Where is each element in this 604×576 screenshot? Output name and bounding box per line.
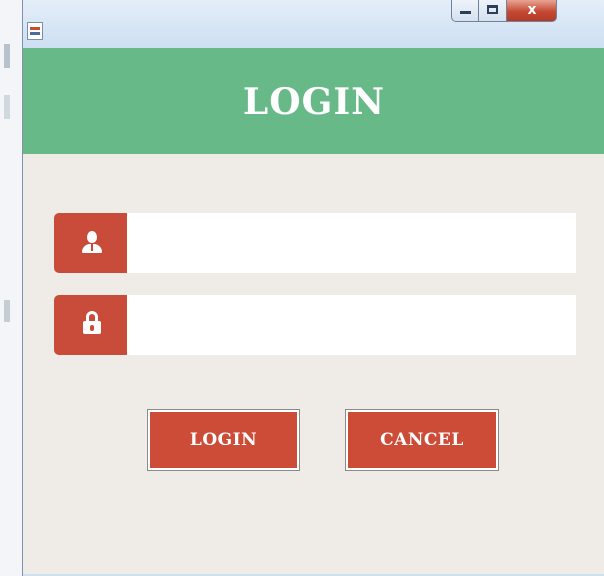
desktop-fragment xyxy=(4,300,10,322)
password-icon-box xyxy=(54,295,127,355)
username-field[interactable] xyxy=(127,213,576,273)
java-app-icon[interactable] xyxy=(27,22,43,40)
close-button[interactable]: x xyxy=(507,0,557,22)
username-icon-box xyxy=(54,213,127,273)
close-icon: x xyxy=(527,2,537,18)
page-title: LOGIN xyxy=(242,81,386,123)
form-panel: LOGIN LOGIN CANCEL xyxy=(23,48,604,574)
login-button[interactable]: LOGIN xyxy=(147,409,300,471)
cancel-button[interactable]: CANCEL xyxy=(345,409,499,471)
title-bar[interactable]: x xyxy=(23,0,604,48)
header-banner: LOGIN xyxy=(23,48,604,154)
desktop-fragment xyxy=(4,95,10,119)
desktop-edge xyxy=(0,0,22,576)
user-icon xyxy=(82,231,102,255)
minimize-button[interactable] xyxy=(451,0,479,22)
maximize-button[interactable] xyxy=(479,0,507,22)
minimize-icon xyxy=(460,11,471,14)
maximize-icon xyxy=(487,5,498,14)
password-field[interactable] xyxy=(127,295,576,355)
lock-icon xyxy=(83,311,101,335)
login-window: x LOGIN LOGIN CANCEL xyxy=(22,0,604,576)
desktop-fragment xyxy=(4,44,10,68)
